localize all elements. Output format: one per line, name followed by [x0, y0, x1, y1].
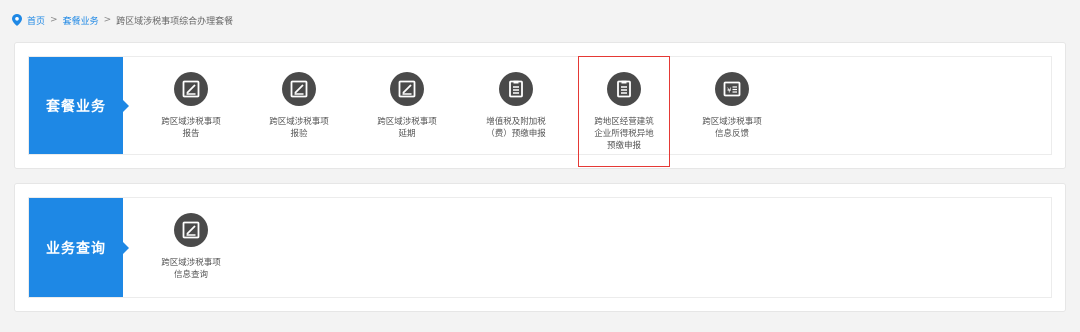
- breadcrumb-separator: >: [103, 15, 112, 25]
- document-icon: [499, 72, 533, 106]
- breadcrumb: 首页 > 套餐业务 > 跨区域涉税事项综合办理套餐: [12, 12, 233, 28]
- breadcrumb-current: 跨区域涉税事项综合办理套餐: [116, 16, 234, 27]
- service-item-label: 跨区域涉税事项 信息反馈: [702, 117, 762, 139]
- svg-text:¥: ¥: [727, 87, 732, 95]
- section-label: 套餐业务: [29, 57, 129, 154]
- service-item-label: 跨区域涉税事项 延期: [377, 117, 437, 139]
- service-item-label: 跨区域涉税事项 信息查询: [161, 258, 221, 280]
- edit-icon: [174, 72, 208, 106]
- business-query-panel: 业务查询 跨区域涉税事项 信息查询: [14, 183, 1066, 312]
- document-icon: [607, 72, 641, 106]
- breadcrumb-category-link[interactable]: 套餐业务: [63, 14, 99, 27]
- service-item-info-query[interactable]: 跨区域涉税事项 信息查询: [145, 198, 237, 297]
- breadcrumb-home-link[interactable]: 首页: [27, 14, 45, 27]
- service-item-report[interactable]: 跨区域涉税事项 报告: [145, 57, 237, 154]
- edit-icon: [282, 72, 316, 106]
- package-business-row: 套餐业务 跨区域涉税事项 报告 跨区域涉税事项 报验 跨区域涉税事项 延期 增值…: [28, 56, 1052, 167]
- service-item-inspection[interactable]: 跨区域涉税事项 报验: [253, 57, 345, 154]
- yuan-list-icon: ¥: [715, 72, 749, 106]
- location-pin-icon: [12, 14, 22, 26]
- service-item-label: 跨地区经营建筑 企业所得税异地 预缴申报: [594, 117, 654, 151]
- service-item-vat-prepayment[interactable]: 增值税及附加税 （费）预缴申报: [470, 57, 562, 154]
- service-item-label: 增值税及附加税 （费）预缴申报: [486, 117, 546, 139]
- service-item-label: 跨区域涉税事项 报验: [269, 117, 329, 139]
- service-item-extension[interactable]: 跨区域涉税事项 延期: [361, 57, 453, 154]
- service-item-feedback[interactable]: ¥ 跨区域涉税事项 信息反馈: [686, 57, 778, 154]
- business-query-row: 业务查询 跨区域涉税事项 信息查询: [28, 197, 1052, 298]
- service-item-label: 跨区域涉税事项 报告: [161, 117, 221, 139]
- breadcrumb-separator: >: [50, 15, 58, 25]
- edit-icon: [390, 72, 424, 106]
- edit-icon: [174, 213, 208, 247]
- package-business-panel: 套餐业务 跨区域涉税事项 报告 跨区域涉税事项 报验 跨区域涉税事项 延期 增值…: [14, 42, 1066, 169]
- section-label: 业务查询: [29, 198, 129, 297]
- service-item-construction-income-tax[interactable]: 跨地区经营建筑 企业所得税异地 预缴申报: [578, 56, 670, 167]
